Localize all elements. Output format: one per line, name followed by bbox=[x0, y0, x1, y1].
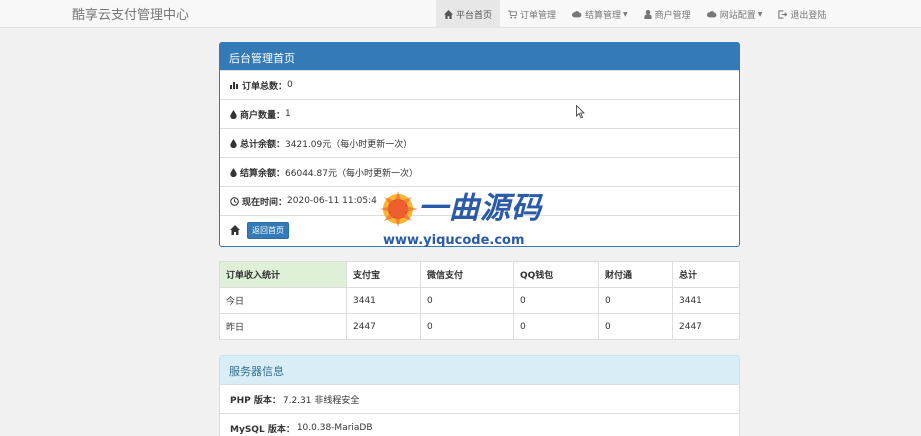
caret-down-icon: ▼ bbox=[757, 10, 763, 18]
logout-icon bbox=[778, 9, 788, 19]
nav-settlement-label: 结算管理 bbox=[585, 10, 622, 21]
settlement-balance-value: 66044.87元（每小时更新一次） bbox=[285, 168, 418, 179]
table-header-cell: 支付宝 bbox=[346, 261, 421, 288]
top-navbar: 酷享云支付管理中心 平台首页 订单管理 结算管理 ▼ 商户管理 网站配置 ▼ 退… bbox=[0, 0, 921, 28]
total-balance-value: 3421.09元（每小时更新一次） bbox=[285, 139, 413, 150]
nav-home-label: 平台首页 bbox=[456, 10, 493, 21]
cloud-icon bbox=[572, 11, 582, 18]
list-item-php-version: PHP 版本： 7.2.31 非线程安全 bbox=[220, 384, 739, 413]
table-cell: 0 bbox=[420, 313, 514, 340]
watermark-logo: 一曲源码 www.yiqucode.com bbox=[378, 183, 558, 255]
panel-title: 服务器信息 bbox=[220, 356, 739, 384]
table-cell: 3441 bbox=[672, 287, 740, 314]
table-cell: 0 bbox=[513, 313, 599, 340]
current-time-label: 现在时间： bbox=[242, 197, 288, 208]
total-balance-label: 总计余额： bbox=[240, 139, 286, 150]
mouse-cursor-icon bbox=[576, 105, 585, 119]
drop-icon bbox=[230, 109, 237, 119]
table-cell: 0 bbox=[513, 287, 599, 314]
cart-icon bbox=[508, 9, 518, 19]
cloud-icon bbox=[706, 11, 717, 18]
table-cell: 0 bbox=[598, 287, 673, 314]
merchant-count-value: 1 bbox=[285, 109, 291, 119]
nav-logout-label: 退出登陆 bbox=[790, 10, 827, 21]
panel-title: 后台管理首页 bbox=[220, 43, 739, 70]
table-cell: 2447 bbox=[346, 313, 421, 340]
nav-merchants-label: 商户管理 bbox=[654, 10, 691, 21]
merchant-count-label: 商户数量： bbox=[240, 110, 286, 121]
table-cell: 0 bbox=[420, 287, 514, 314]
php-version-label: PHP 版本： bbox=[230, 395, 281, 406]
server-info-panel: 服务器信息 PHP 版本： 7.2.31 非线程安全 MySQL 版本： 10.… bbox=[219, 355, 740, 436]
list-item-settlement-balance: 结算余额： 66044.87元（每小时更新一次） bbox=[220, 157, 739, 186]
nav-settlement[interactable]: 结算管理 ▼ bbox=[564, 0, 636, 28]
current-time-value: 2020-06-11 11:05:4 bbox=[287, 196, 377, 206]
table-header-row: 订单收入统计 支付宝 微信支付 QQ钱包 财付通 总计 bbox=[219, 261, 740, 288]
order-count-label: 订单总数： bbox=[242, 81, 288, 92]
table-header-cell: 微信支付 bbox=[420, 261, 514, 288]
nav-orders-label: 订单管理 bbox=[520, 10, 557, 21]
list-item-merchant-count: 商户数量： 1 bbox=[220, 99, 739, 128]
table-cell: 今日 bbox=[219, 287, 347, 314]
mysql-version-label: MySQL 版本： bbox=[230, 424, 295, 435]
php-version-value: 7.2.31 非线程安全 bbox=[282, 395, 360, 406]
table-row: 昨日 2447 0 0 0 2447 bbox=[219, 313, 740, 340]
order-count-value: 0 bbox=[287, 80, 293, 90]
table-cell: 0 bbox=[598, 313, 673, 340]
table-header-cell: 财付通 bbox=[598, 261, 673, 288]
list-item-total-balance: 总计余额： 3421.09元（每小时更新一次） bbox=[220, 128, 739, 157]
nav-site-config[interactable]: 网站配置 ▼ bbox=[699, 0, 771, 28]
table-cell: 昨日 bbox=[219, 313, 347, 340]
flame-icon bbox=[380, 191, 418, 227]
list-item-mysql-version: MySQL 版本： 10.0.38-MariaDB bbox=[220, 413, 739, 436]
clock-icon bbox=[230, 196, 239, 206]
table-row: 今日 3441 0 0 0 3441 bbox=[219, 287, 740, 314]
nav-merchants[interactable]: 商户管理 bbox=[636, 0, 699, 28]
drop-icon bbox=[230, 138, 237, 148]
table-header-cell: 订单收入统计 bbox=[219, 261, 347, 288]
mysql-version-value: 10.0.38-MariaDB bbox=[296, 423, 373, 433]
nav-home[interactable]: 平台首页 bbox=[436, 0, 501, 28]
user-icon bbox=[644, 9, 652, 19]
main-nav: 平台首页 订单管理 结算管理 ▼ 商户管理 网站配置 ▼ 退出登陆 bbox=[436, 0, 834, 28]
home-icon bbox=[444, 9, 453, 19]
brand-title[interactable]: 酷享云支付管理中心 bbox=[72, 4, 189, 23]
table-cell: 3441 bbox=[346, 287, 421, 314]
nav-orders[interactable]: 订单管理 bbox=[500, 0, 564, 28]
nav-logout[interactable]: 退出登陆 bbox=[770, 0, 834, 28]
watermark-url: www.yiqucode.com bbox=[383, 233, 525, 248]
drop-icon bbox=[230, 167, 237, 177]
home-icon bbox=[230, 225, 240, 235]
table-cell: 2447 bbox=[672, 313, 740, 340]
table-header-cell: 总计 bbox=[672, 261, 740, 288]
list-item-order-count: 订单总数： 0 bbox=[220, 70, 739, 99]
order-income-table: 订单收入统计 支付宝 微信支付 QQ钱包 财付通 总计 今日 3441 0 0 … bbox=[219, 261, 740, 340]
table-header-cell: QQ钱包 bbox=[513, 261, 599, 288]
settlement-balance-label: 结算余额： bbox=[240, 168, 286, 179]
watermark-title: 一曲源码 bbox=[418, 191, 542, 226]
nav-site-config-label: 网站配置 bbox=[719, 10, 756, 21]
caret-down-icon: ▼ bbox=[623, 10, 628, 18]
back-home-button[interactable]: 返回首页 bbox=[247, 221, 289, 239]
bar-chart-icon bbox=[230, 82, 238, 89]
